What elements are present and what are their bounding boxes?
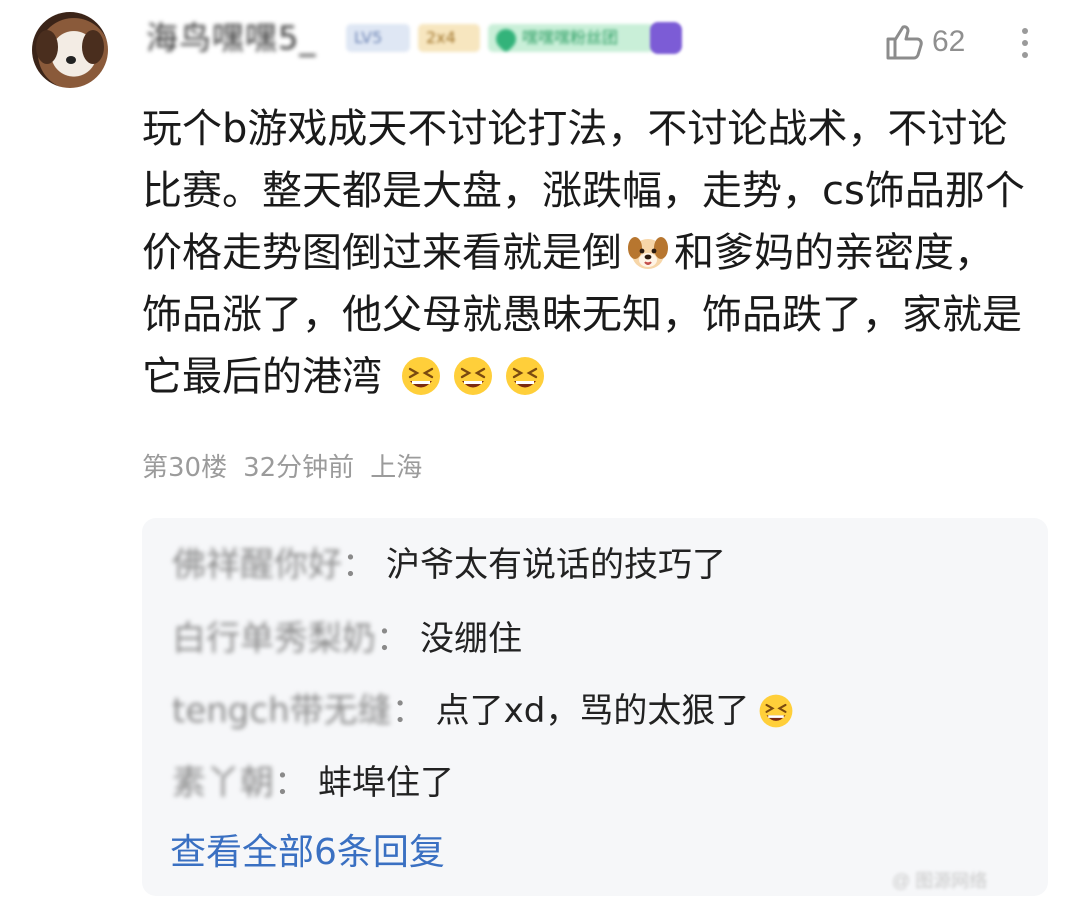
comment-time: 32分钟前 [243,453,355,483]
level-badge: LV5 [346,24,410,52]
comment-line: 比赛。整天都是大盘，涨跌幅，走势，cs饰品那个 [142,168,1025,214]
grinning-squinting-face-icon [505,357,544,395]
fan-medal-label: 嘿嘿嘿粉丝团 [522,28,619,47]
comment-line-part: 和爹妈的亲密度， [674,230,994,276]
comment-line: 玩个b游戏成天不讨论打法，不讨论战术，不讨论 [142,106,1008,152]
avatar-ear-right [82,30,104,64]
comment-body: 玩个b游戏成天不讨论打法，不讨论战术，不讨论 比赛。整天都是大盘，涨跌幅，走势，… [142,98,1052,408]
reply-item[interactable]: 白行单秀梨奶：没绷住 [172,614,522,664]
avatar-ear-left [36,30,58,64]
avatar-nose [66,56,76,64]
watermark: @ 图源网络 [892,871,988,891]
reply-item[interactable]: 佛祥醒你好：沪爷太有说话的技巧了 [172,540,726,590]
reply-item[interactable]: 素丫朝：蚌埠住了 [172,758,454,808]
reply-box[interactable]: 佛祥醒你好：沪爷太有说话的技巧了 白行单秀梨奶：没绷住 tengch带无缝：点了… [142,518,1048,896]
comment-line-part: 价格走势图倒过来看就是倒 [142,230,622,276]
dot [1022,52,1028,58]
like-button[interactable]: 62 [884,20,965,64]
floor-number: 第30楼 [142,453,228,483]
more-options-icon[interactable] [1010,20,1040,64]
comment-line-with-emoji: 它最后的港湾 [142,346,1052,408]
view-all-replies-link[interactable]: 查看全部6条回复 [170,828,445,878]
reply-text: 没绷住 [420,619,522,659]
comment-meta: 第30楼 32分钟前 上海 [142,448,422,488]
reply-item[interactable]: tengch带无缝：点了xd，骂的太狠了 [172,686,799,736]
comment-line-with-emoji: 价格走势图倒过来看就是倒 和爹妈的亲密度， [142,222,1052,284]
username[interactable]: 海鸟嘿嘿5_ [146,18,316,58]
grade-badge: 2x4 [418,24,480,52]
heart-icon [491,24,521,53]
reply-separator: ： [274,763,308,803]
reply-separator: ： [391,691,426,731]
dog-face-emoji-icon [628,237,668,269]
like-count: 62 [932,25,966,58]
reply-separator: ： [376,619,410,659]
reply-username[interactable]: 白行单秀梨奶 [172,614,376,664]
comment-line: 饰品涨了，他父母就愚昧无知，饰品跌了，家就是 [142,292,1022,338]
fan-medal-badge[interactable]: 嘿嘿嘿粉丝团 [488,24,654,53]
thumbs-up-icon [886,25,923,60]
reply-text: 点了xd，骂的太狠了 [435,691,750,731]
grinning-squinting-face-icon [759,694,793,728]
grinning-squinting-face-icon [453,357,492,395]
vip-badge-icon [650,22,682,54]
reply-username[interactable]: 佛祥醒你好 [172,540,342,590]
reply-username[interactable]: 素丫朝 [172,758,274,808]
dot [1022,28,1028,34]
avatar[interactable] [32,12,108,88]
grinning-squinting-face-icon [401,357,440,395]
reply-username[interactable]: tengch带无缝 [172,686,392,736]
comment-page: 海鸟嘿嘿5_ LV5 2x4 嘿嘿嘿粉丝团 62 玩个b游戏成天不讨论打法，不讨… [0,0,1080,904]
comment-line-part: 它最后的港湾 [142,354,382,400]
dot [1022,40,1028,46]
comment-location: 上海 [370,453,423,483]
reply-text: 沪爷太有说话的技巧了 [386,545,726,585]
reply-separator: ： [342,545,376,585]
reply-text: 蚌埠住了 [318,763,454,803]
